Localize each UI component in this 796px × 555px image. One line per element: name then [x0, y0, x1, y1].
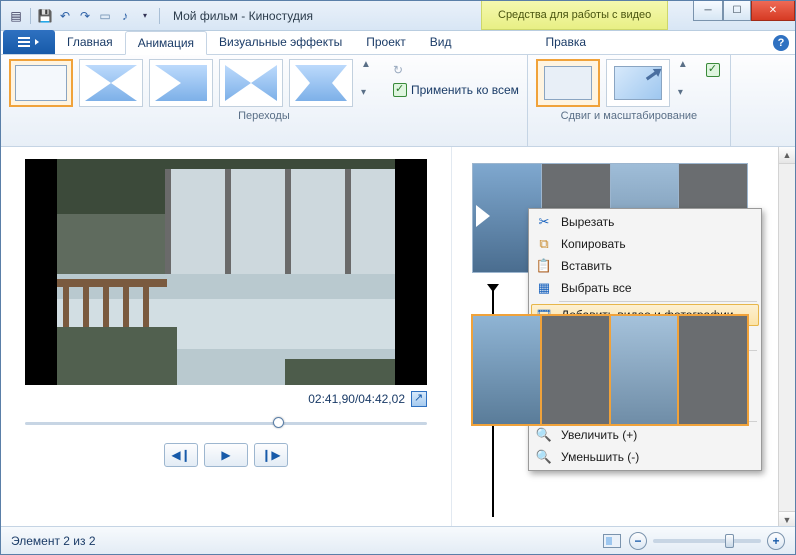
time-display: 02:41,90/04:42,02	[308, 392, 405, 406]
clipboard-icon: 📋	[535, 257, 553, 275]
close-button[interactable]: ✕	[751, 1, 795, 21]
zoom-thumb[interactable]	[725, 534, 734, 548]
copy-icon: ⧉	[535, 235, 553, 253]
separator	[559, 301, 757, 302]
scissors-icon: ✂	[535, 213, 553, 231]
transition-crossfade[interactable]	[79, 59, 143, 107]
music-icon[interactable]: ♪	[116, 7, 134, 25]
tab-visual-effects[interactable]: Визуальные эффекты	[207, 30, 354, 54]
ribbon: ▲ ▾ ↻ Применить ко всем Переходы ▲ ▾	[1, 55, 795, 147]
clip-2[interactable]	[472, 315, 748, 425]
preview-pane: 02:41,90/04:42,02 ◀❙ ▶ ❙▶	[1, 147, 451, 528]
panzoom-apply-all-icon[interactable]	[706, 63, 720, 77]
seek-bar[interactable]	[25, 413, 427, 433]
seek-thumb[interactable]	[273, 417, 284, 428]
panzoom-group-label: Сдвиг и масштабирование	[536, 107, 722, 124]
panzoom-more-icon[interactable]: ▾	[678, 87, 690, 97]
title-bar: ▤ 💾 ↶ ↷ ▭ ♪ ▾ Мой фильм - Киностудия Сре…	[1, 1, 795, 31]
tab-edit[interactable]: Правка	[533, 30, 598, 54]
transitions-more-icon[interactable]: ▾	[361, 87, 373, 97]
status-element-count: Элемент 2 из 2	[11, 534, 96, 548]
ctx-cut[interactable]: ✂Вырезать	[531, 211, 759, 233]
ctx-select-all[interactable]: ▦Выбрать все	[531, 277, 759, 299]
zoom-in-button[interactable]: +	[767, 532, 785, 550]
status-bar: Элемент 2 из 2 − +	[1, 526, 795, 554]
app-icon[interactable]: ▤	[7, 7, 25, 25]
fullscreen-icon[interactable]	[411, 391, 427, 407]
prev-frame-button[interactable]: ◀❙	[164, 443, 198, 467]
zoom-out-icon: 🔍	[535, 448, 553, 466]
zoom-in-icon: 🔍	[535, 426, 553, 444]
contextual-tab-header: Средства для работы с видео	[481, 1, 668, 30]
maximize-button[interactable]: ☐	[723, 1, 751, 21]
help-icon[interactable]: ?	[773, 35, 789, 51]
file-menu-button[interactable]	[3, 30, 55, 54]
panzoom-none[interactable]	[536, 59, 600, 107]
transition-diagonal[interactable]	[149, 59, 213, 107]
qat-dropdown-icon[interactable]: ▾	[136, 7, 154, 25]
minimize-button[interactable]: ─	[693, 1, 723, 21]
transition-bowtie[interactable]	[219, 59, 283, 107]
ctx-copy[interactable]: ⧉Копировать	[531, 233, 759, 255]
panzoom-auto[interactable]	[606, 59, 670, 107]
tab-view[interactable]: Вид	[418, 30, 464, 54]
transition-diamond[interactable]	[289, 59, 353, 107]
play-button[interactable]: ▶	[204, 443, 248, 467]
ribbon-tabs: Главная Анимация Визуальные эффекты Прое…	[1, 31, 795, 55]
transition-none[interactable]	[9, 59, 73, 107]
apply-to-all-button[interactable]: Применить ко всем	[393, 83, 519, 97]
window-title: Мой фильм - Киностудия	[173, 9, 313, 23]
transitions-scroll-up-icon[interactable]: ▲	[361, 59, 373, 69]
quick-access-toolbar: ▤ 💾 ↶ ↷ ▭ ♪ ▾	[1, 7, 169, 25]
apply-to-all-label: Применить ко всем	[411, 83, 519, 97]
transitions-group-label: Переходы	[9, 107, 519, 124]
transition-marker-icon	[476, 205, 490, 227]
redo-icon[interactable]: ↷	[76, 7, 94, 25]
zoom-slider[interactable]	[653, 539, 761, 543]
zoom-out-button[interactable]: −	[629, 532, 647, 550]
view-mode-icon[interactable]	[603, 534, 621, 548]
save-icon[interactable]: 💾	[36, 7, 54, 25]
next-frame-button[interactable]: ❙▶	[254, 443, 288, 467]
zoom-control: − +	[629, 532, 785, 550]
panzoom-scroll-up-icon[interactable]: ▲	[678, 59, 690, 69]
vertical-scrollbar[interactable]: ▲ ▼	[778, 147, 795, 528]
tab-project[interactable]: Проект	[354, 30, 418, 54]
page-icon[interactable]: ▭	[96, 7, 114, 25]
ctx-zoom-out[interactable]: 🔍Уменьшить (-)	[531, 446, 759, 468]
preview-video[interactable]	[25, 159, 427, 385]
scroll-up-icon[interactable]: ▲	[779, 147, 795, 164]
undo-icon[interactable]: ↶	[56, 7, 74, 25]
tab-home[interactable]: Главная	[55, 30, 125, 54]
ctx-paste[interactable]: 📋Вставить	[531, 255, 759, 277]
ctx-zoom-in[interactable]: 🔍Увеличить (+)	[531, 424, 759, 446]
select-all-icon: ▦	[535, 279, 553, 297]
checkmark-icon	[393, 83, 407, 97]
tab-animation[interactable]: Анимация	[125, 31, 207, 55]
